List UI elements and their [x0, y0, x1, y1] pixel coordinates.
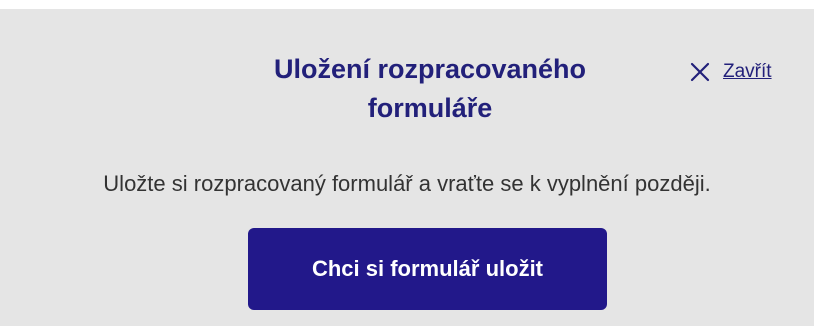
save-form-dialog: Uložení rozpracovaného formuláře Zavřít … [0, 9, 814, 326]
dialog-title-line1: Uložení rozpracovaného [273, 54, 587, 84]
dialog-description: Uložte si rozpracovaný formulář a vraťte… [103, 171, 711, 196]
close-button[interactable]: Zavřít [689, 61, 772, 83]
dialog-title-line2: formuláře [367, 93, 493, 123]
dialog-title: Uložení rozpracovaného formuláře [230, 50, 630, 128]
close-icon[interactable] [689, 61, 711, 83]
close-link[interactable]: Zavřít [723, 61, 772, 83]
save-form-button[interactable]: Chci si formulář uložit [248, 228, 607, 310]
